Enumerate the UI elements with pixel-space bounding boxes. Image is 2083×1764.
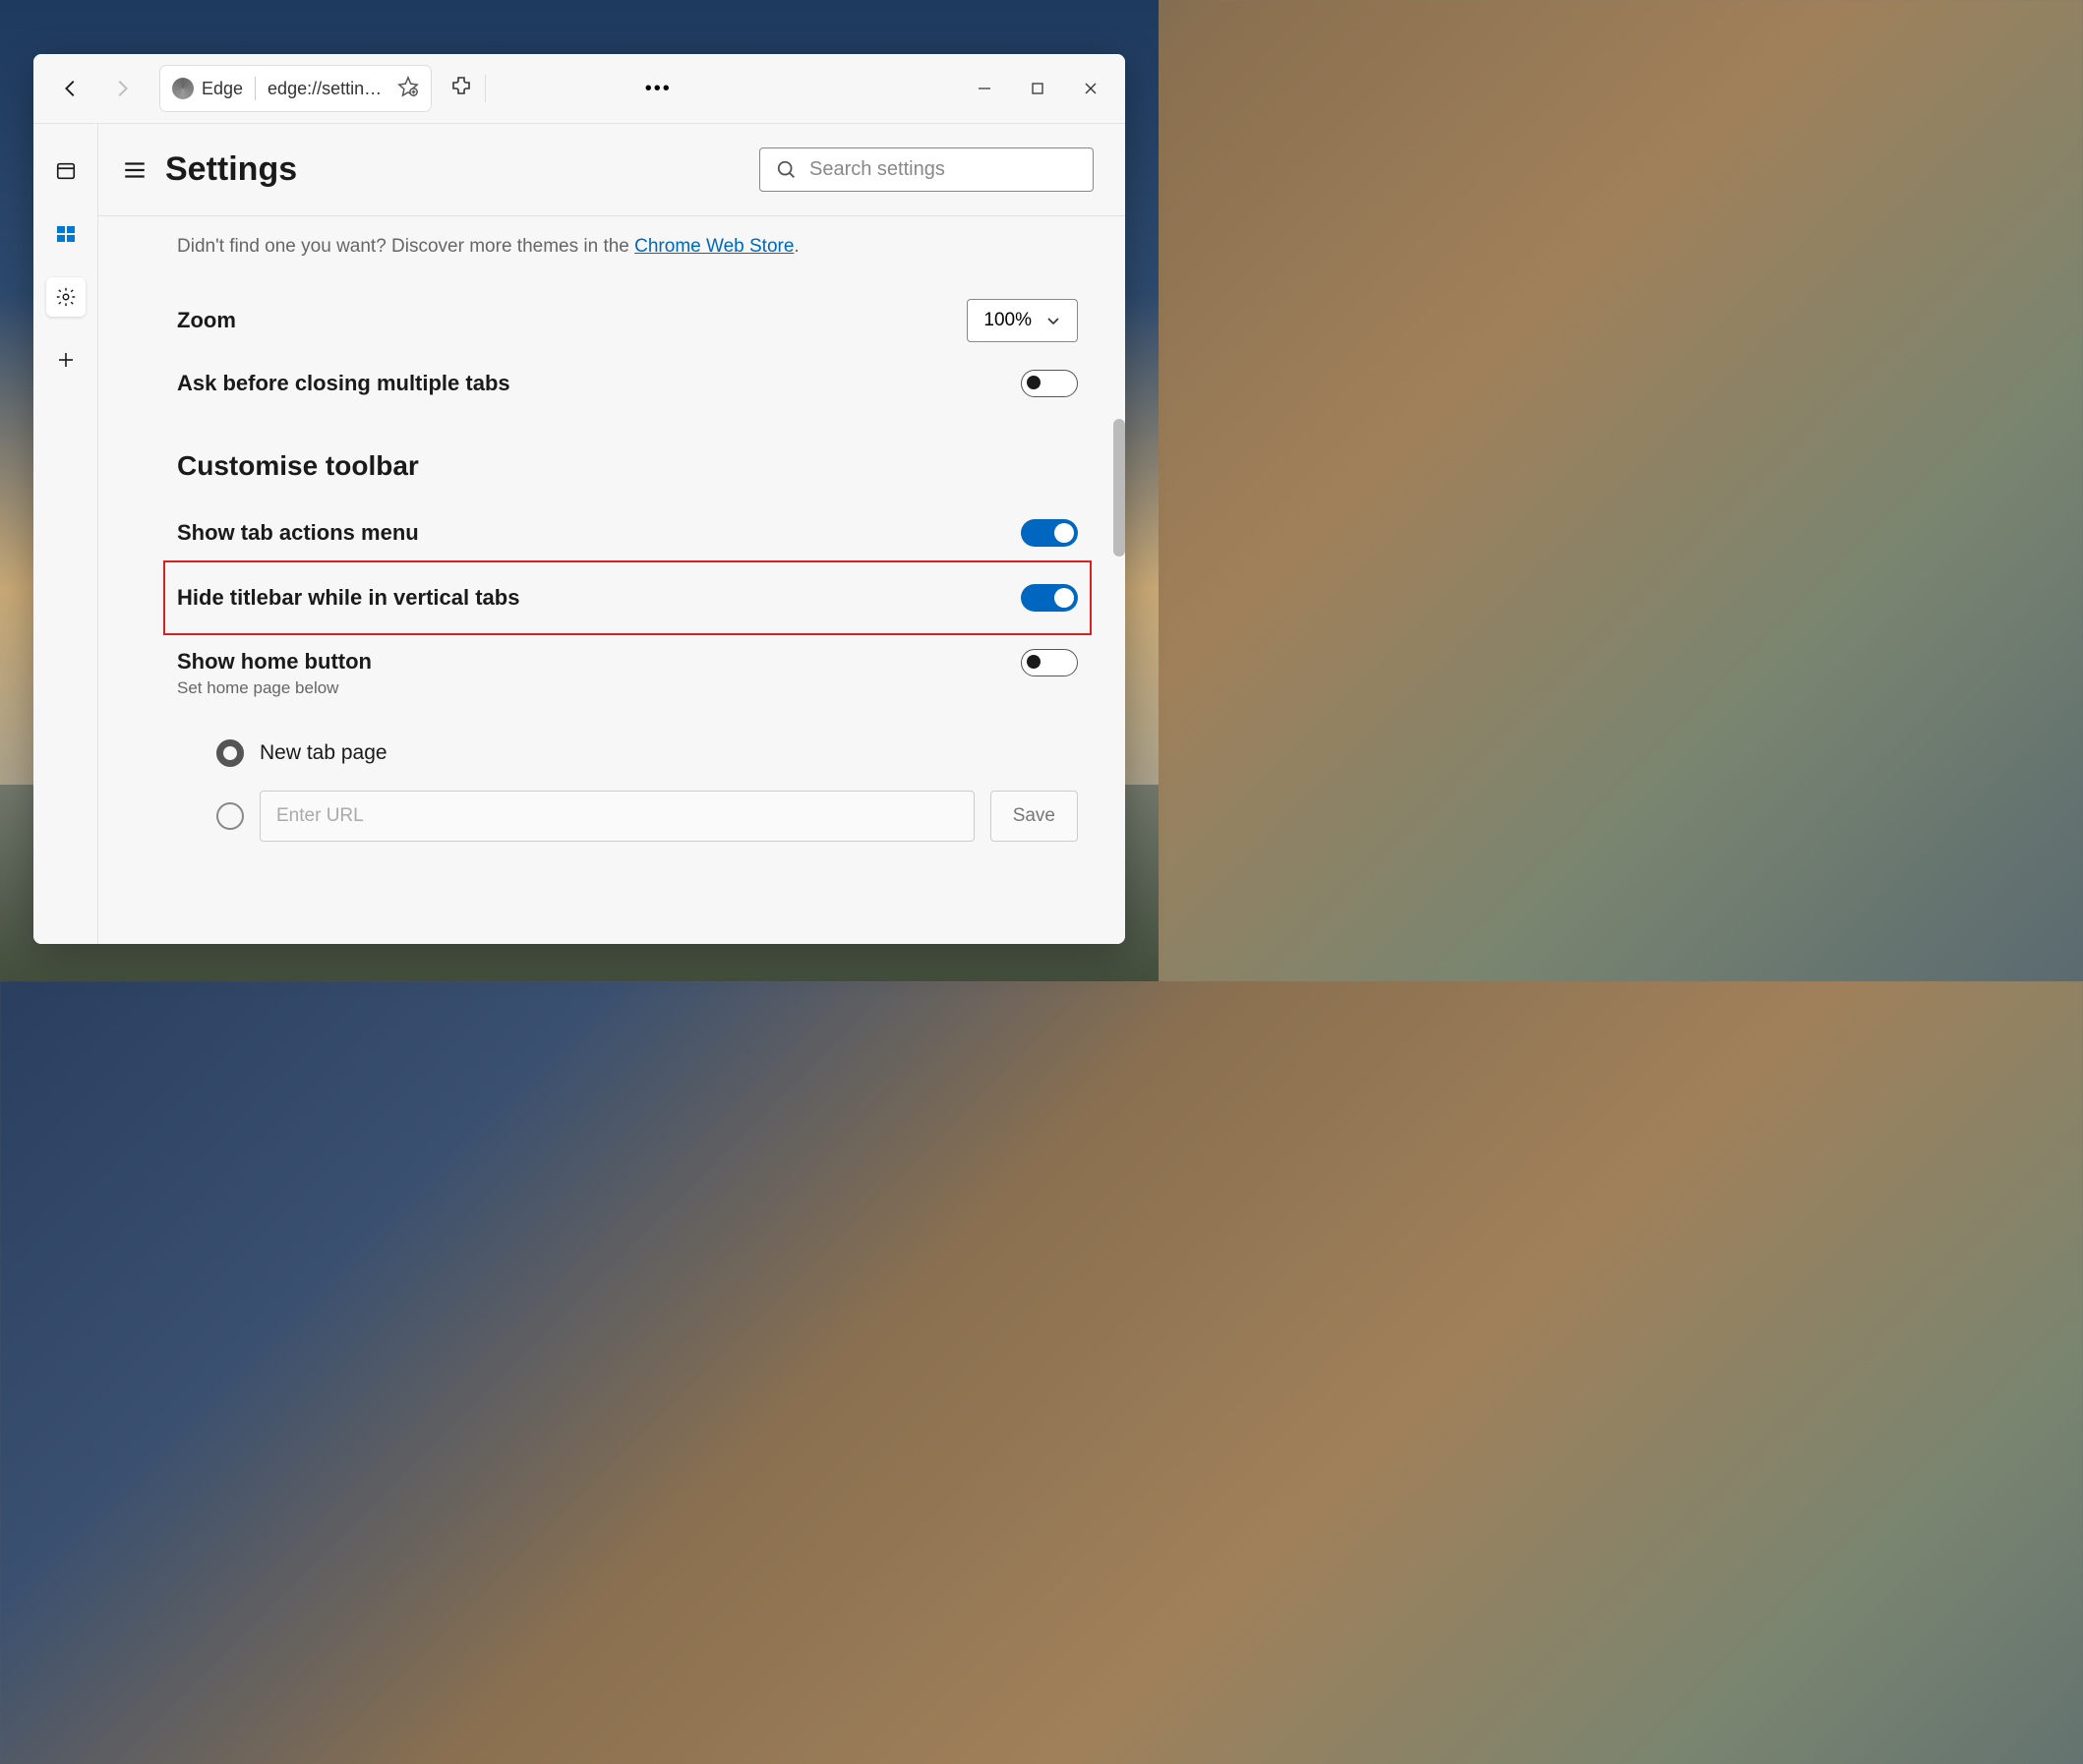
vertical-tabs-sidebar: [33, 124, 98, 944]
hamburger-menu[interactable]: [122, 157, 148, 183]
home-button-sublabel: Set home page below: [177, 678, 372, 698]
new-tab-page-label: New tab page: [260, 741, 387, 765]
sidebar-windows-tab[interactable]: [46, 214, 86, 254]
more-menu-button[interactable]: •••: [637, 70, 680, 108]
page-title: Settings: [165, 150, 297, 189]
customise-toolbar-header: Customise toolbar: [177, 450, 1078, 482]
edge-icon: [172, 78, 194, 99]
sidebar-settings-tab[interactable]: [46, 277, 86, 317]
zoom-value: 100%: [983, 310, 1032, 331]
custom-url-radio[interactable]: [216, 802, 244, 830]
minimize-button[interactable]: [958, 69, 1011, 108]
tab-actions-toggle[interactable]: [1021, 519, 1078, 547]
search-icon: [776, 159, 798, 181]
tab-actions-label: Show tab actions menu: [177, 520, 419, 546]
settings-content: Settings Didn't find one you want? Disco…: [98, 124, 1125, 944]
chevron-down-icon: [1045, 313, 1061, 328]
highlighted-setting: Hide titlebar while in vertical tabs: [163, 560, 1092, 635]
discover-themes-text: Didn't find one you want? Discover more …: [177, 236, 1078, 258]
close-button[interactable]: [1064, 69, 1117, 108]
hide-titlebar-label: Hide titlebar while in vertical tabs: [177, 585, 519, 611]
back-button[interactable]: [53, 71, 89, 106]
scrollbar[interactable]: [1113, 419, 1125, 557]
active-tab[interactable]: Edge edge://settin…: [159, 65, 432, 112]
save-button[interactable]: Save: [990, 791, 1078, 842]
hide-titlebar-toggle[interactable]: [1021, 584, 1078, 612]
ask-close-label: Ask before closing multiple tabs: [177, 371, 510, 396]
home-button-label: Show home button: [177, 649, 372, 675]
browser-window: Edge edge://settin… •••: [33, 54, 1125, 944]
search-input[interactable]: [809, 158, 1077, 181]
home-url-input[interactable]: [260, 791, 975, 842]
titlebar: Edge edge://settin… •••: [33, 54, 1125, 123]
sidebar-tab-actions[interactable]: [46, 151, 86, 191]
tab-url: edge://settin…: [268, 79, 382, 99]
favorite-icon[interactable]: [397, 76, 419, 102]
extensions-icon[interactable]: [449, 75, 473, 103]
ask-close-toggle[interactable]: [1021, 370, 1078, 397]
search-settings-box[interactable]: [759, 147, 1094, 192]
zoom-dropdown[interactable]: 100%: [967, 299, 1078, 342]
tab-app-name: Edge: [202, 79, 243, 99]
maximize-button[interactable]: [1011, 69, 1064, 108]
home-button-toggle[interactable]: [1021, 649, 1078, 676]
chrome-web-store-link[interactable]: Chrome Web Store: [634, 236, 794, 257]
zoom-label: Zoom: [177, 308, 236, 333]
sidebar-new-tab[interactable]: [46, 340, 86, 380]
new-tab-page-radio[interactable]: [216, 739, 244, 767]
forward-button[interactable]: [104, 71, 140, 106]
